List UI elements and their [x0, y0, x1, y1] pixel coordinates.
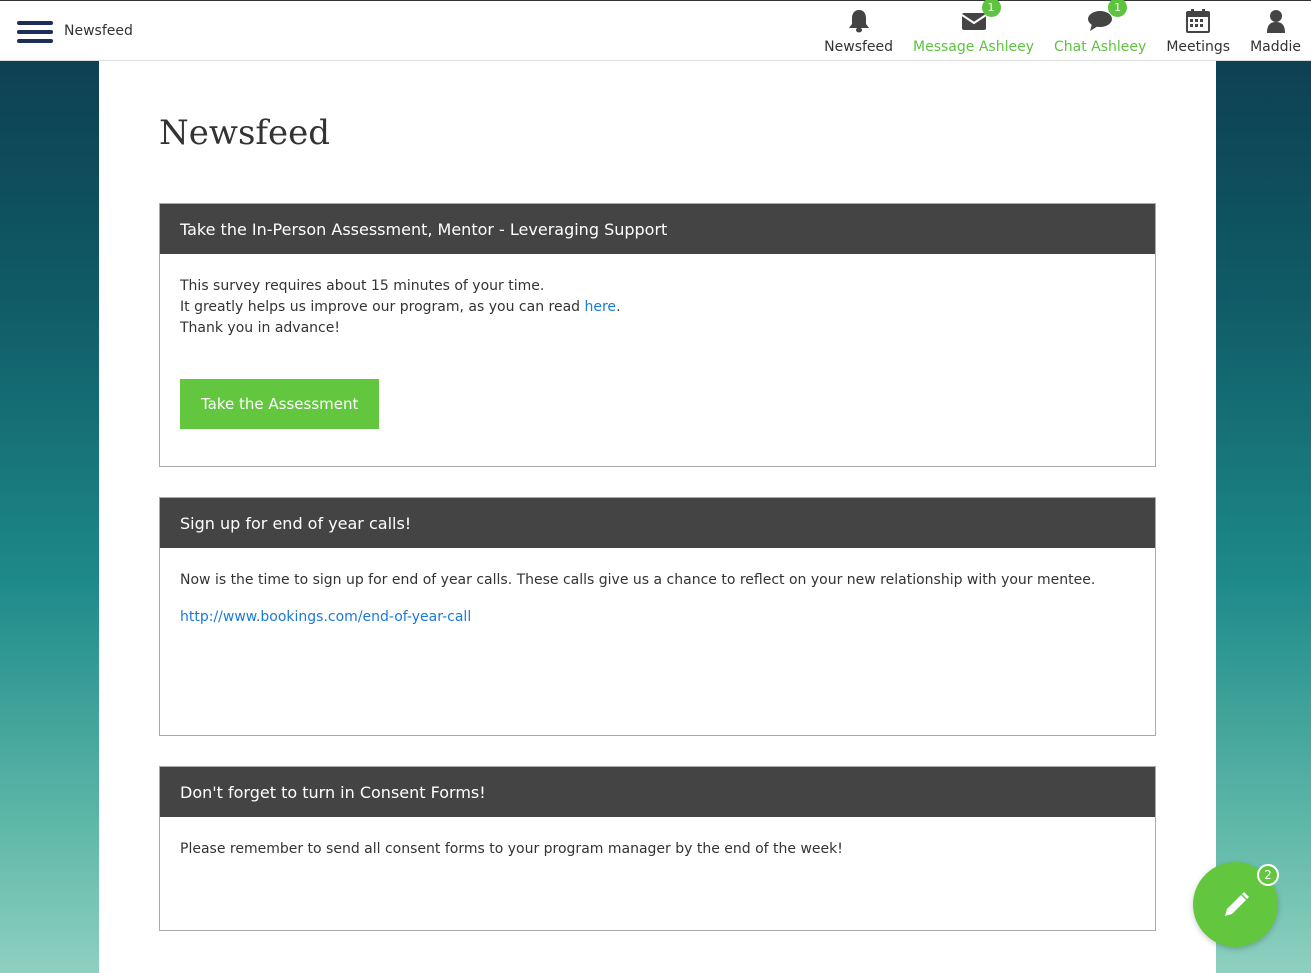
- message-badge: 1: [981, 0, 1001, 17]
- content-panel: Newsfeed Take the In-Person Assessment, …: [99, 61, 1216, 973]
- take-assessment-button[interactable]: Take the Assessment: [180, 379, 380, 429]
- nav-profile-maddie[interactable]: Maddie: [1240, 1, 1311, 61]
- card-header: Don't forget to turn in Consent Forms!: [160, 767, 1155, 817]
- fab-badge: 2: [1257, 864, 1279, 886]
- card-text: Thank you in advance!: [180, 320, 340, 336]
- top-nav: Newsfeed 1 Message Ashleey 1 Chat Ashlee…: [814, 0, 1311, 61]
- nav-label: Newsfeed: [824, 39, 894, 55]
- menu-icon[interactable]: [17, 21, 53, 43]
- assessment-card: Take the In-Person Assessment, Mentor - …: [159, 203, 1156, 467]
- top-bar: Newsfeed Newsfeed 1 Message Ashleey 1 Ch…: [0, 0, 1311, 61]
- bookings-link[interactable]: http://www.bookings.com/end-of-year-call: [180, 609, 471, 625]
- card-text: Please remember to send all consent form…: [180, 841, 843, 857]
- pencil-icon: [1224, 891, 1249, 916]
- card-body: Please remember to send all consent form…: [160, 817, 1155, 882]
- consent-forms-card: Don't forget to turn in Consent Forms! P…: [159, 766, 1156, 931]
- card-body: This survey requires about 15 minutes of…: [160, 254, 1155, 451]
- user-icon: [1263, 8, 1289, 34]
- nav-meetings[interactable]: Meetings: [1156, 1, 1240, 61]
- nav-label: Message Ashleey: [913, 39, 1034, 55]
- nav-label: Maddie: [1250, 39, 1301, 55]
- card-text: This survey requires about 15 minutes of…: [180, 278, 545, 294]
- here-link[interactable]: here: [585, 299, 617, 315]
- nav-label: Meetings: [1166, 39, 1231, 55]
- nav-chat-ashleey[interactable]: 1 Chat Ashleey: [1044, 0, 1156, 61]
- card-text: It greatly helps us improve our program,…: [180, 299, 621, 315]
- card-text: Now is the time to sign up for end of ye…: [180, 572, 1096, 588]
- card-header: Sign up for end of year calls!: [160, 498, 1155, 548]
- nav-newsfeed[interactable]: Newsfeed: [814, 1, 903, 61]
- envelope-icon: 1: [960, 0, 1001, 34]
- card-body: Now is the time to sign up for end of ye…: [160, 548, 1155, 650]
- chat-badge: 1: [1108, 0, 1128, 17]
- compose-fab-button[interactable]: 2: [1193, 862, 1279, 947]
- calendar-icon: [1185, 8, 1211, 34]
- card-header: Take the In-Person Assessment, Mentor - …: [160, 204, 1155, 254]
- header-title: Newsfeed: [64, 23, 133, 39]
- bell-icon: [846, 8, 872, 34]
- end-of-year-calls-card: Sign up for end of year calls! Now is th…: [159, 497, 1156, 736]
- chat-bubble-icon: 1: [1087, 0, 1128, 34]
- nav-label: Chat Ashleey: [1054, 39, 1147, 55]
- nav-message-ashleey[interactable]: 1 Message Ashleey: [903, 0, 1044, 61]
- page-title: Newsfeed: [159, 113, 331, 153]
